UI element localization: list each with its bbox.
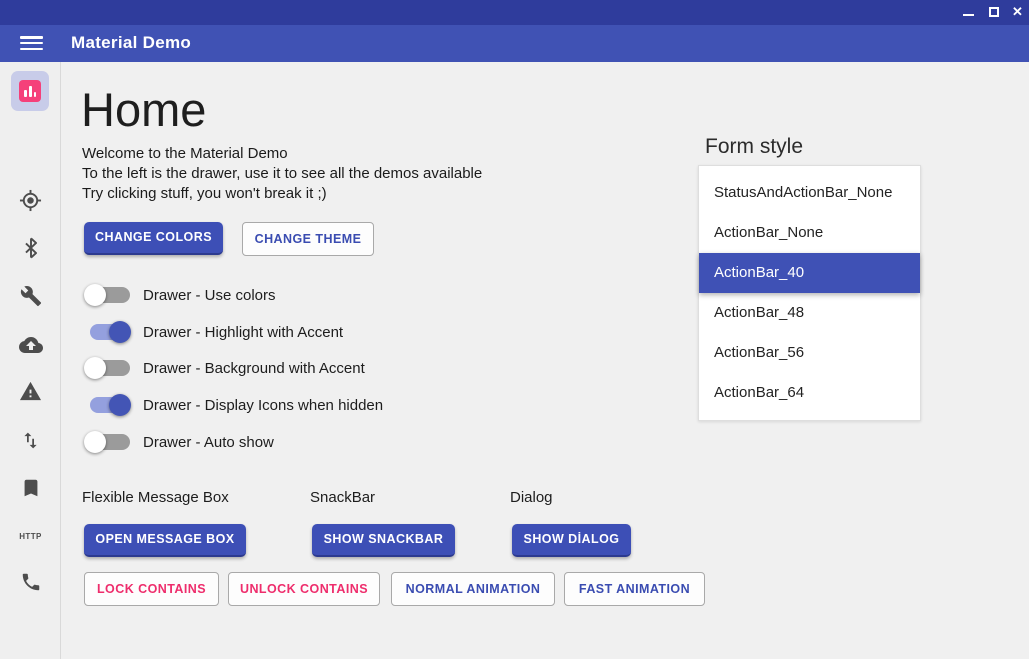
toggle-drawer-auto-show[interactable]: Drawer - Auto show	[84, 430, 274, 454]
toggle-switch[interactable]	[84, 393, 132, 417]
fast-animation-button[interactable]: FAST ANIMATION	[564, 572, 705, 606]
close-icon: ✕	[1012, 4, 1023, 20]
toggle-switch[interactable]	[84, 320, 132, 344]
section-label-dialog: Dialog	[510, 489, 553, 506]
welcome-text: Welcome to the Material Demo To the left…	[82, 144, 482, 204]
bluetooth-icon	[20, 237, 42, 259]
toggle-drawer-highlight-accent[interactable]: Drawer - Highlight with Accent	[84, 320, 343, 344]
gps-fixed-icon	[19, 189, 42, 212]
lock-contains-button[interactable]: LOCK CONTAINS	[84, 572, 219, 606]
sidebar-item-backup[interactable]	[0, 333, 61, 359]
form-style-title: Form style	[705, 135, 803, 159]
sidebar-item-warning[interactable]	[0, 380, 61, 406]
wrench-icon	[20, 285, 42, 307]
title-bar: ✕	[0, 0, 1029, 25]
maximize-button[interactable]	[982, 0, 1006, 25]
minimize-button[interactable]	[956, 0, 980, 25]
welcome-line: Welcome to the Material Demo	[82, 144, 482, 164]
hamburger-menu-icon[interactable]	[20, 36, 43, 51]
toggle-label: Drawer - Auto show	[143, 434, 274, 451]
app-bar: Material Demo	[0, 25, 1029, 62]
phone-icon	[20, 571, 42, 593]
sidebar-item-bluetooth[interactable]	[0, 237, 61, 263]
bar-chart-icon	[19, 80, 41, 102]
section-label-message-box: Flexible Message Box	[82, 489, 229, 506]
change-theme-button[interactable]: CHANGE THEME	[242, 222, 374, 256]
sidebar-item-phone[interactable]	[0, 571, 61, 597]
sidebar-item-build[interactable]	[0, 285, 61, 311]
list-item[interactable]: ActionBar_None	[699, 213, 920, 253]
welcome-line: To the left is the drawer, use it to see…	[82, 164, 482, 184]
bookmark-icon	[20, 477, 42, 499]
cloud-upload-icon	[19, 333, 43, 357]
list-item[interactable]: ActionBar_48	[699, 293, 920, 333]
welcome-line: Try clicking stuff, you won't break it ;…	[82, 184, 482, 204]
toggle-label: Drawer - Background with Accent	[143, 360, 365, 377]
form-style-list: StatusAndActionBar_None ActionBar_None A…	[698, 165, 921, 421]
close-button[interactable]: ✕	[1006, 0, 1029, 25]
http-icon: HTTP	[19, 532, 42, 541]
normal-animation-button[interactable]: NORMAL ANIMATION	[391, 572, 555, 606]
list-item[interactable]: ActionBar_64	[699, 373, 920, 413]
drawer-sidebar: HTTP	[0, 62, 61, 659]
list-item[interactable]: ActionBar_56	[699, 333, 920, 373]
show-snackbar-button[interactable]: SHOW SNACKBAR	[312, 524, 455, 557]
section-label-snackbar: SnackBar	[310, 489, 375, 506]
list-item[interactable]: StatusAndActionBar_None	[699, 173, 920, 213]
minimize-icon	[963, 14, 974, 16]
unlock-contains-button[interactable]: UNLOCK CONTAINS	[228, 572, 380, 606]
toggle-drawer-display-icons[interactable]: Drawer - Display Icons when hidden	[84, 393, 383, 417]
page-title: Home	[81, 82, 206, 137]
maximize-icon	[989, 7, 999, 17]
toggle-label: Drawer - Use colors	[143, 287, 276, 304]
list-item-selected[interactable]: ActionBar_40	[699, 253, 920, 293]
toggle-drawer-use-colors[interactable]: Drawer - Use colors	[84, 283, 276, 307]
warning-icon	[19, 380, 42, 403]
sidebar-item-http[interactable]: HTTP	[0, 524, 61, 550]
toggle-drawer-background-accent[interactable]: Drawer - Background with Accent	[84, 356, 365, 380]
sidebar-item-import-export[interactable]	[0, 430, 61, 456]
toggle-switch[interactable]	[84, 283, 132, 307]
sidebar-item-home[interactable]	[11, 71, 49, 111]
app-title: Material Demo	[71, 33, 191, 53]
import-export-icon	[20, 430, 41, 451]
sidebar-item-gps[interactable]	[0, 189, 61, 215]
open-message-box-button[interactable]: OPEN MESSAGE BOX	[84, 524, 246, 557]
toggle-label: Drawer - Display Icons when hidden	[143, 397, 383, 414]
show-dialog-button[interactable]: SHOW DİALOG	[512, 524, 631, 557]
toggle-label: Drawer - Highlight with Accent	[143, 324, 343, 341]
app-window: ✕ Material Demo	[0, 0, 1029, 659]
toggle-switch[interactable]	[84, 356, 132, 380]
change-colors-button[interactable]: CHANGE COLORS	[84, 222, 223, 255]
toggle-switch[interactable]	[84, 430, 132, 454]
sidebar-item-bookmark[interactable]	[0, 477, 61, 503]
